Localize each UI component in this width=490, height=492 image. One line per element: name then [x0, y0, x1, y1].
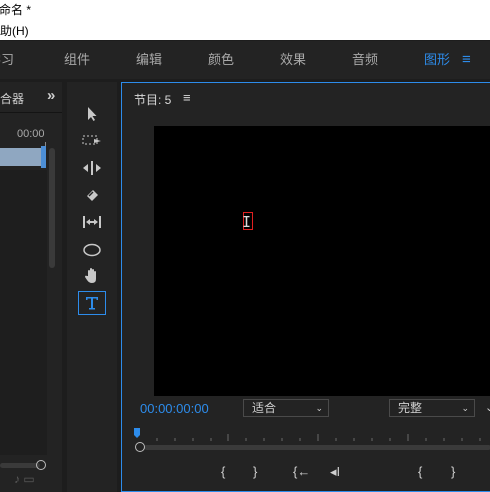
workspace-tab-effects[interactable]: 效果 [280, 41, 306, 79]
zoom-level-value: 适合 [252, 401, 277, 415]
ripple-edit-tool-icon[interactable] [78, 157, 106, 179]
workspace-tab-assembly[interactable]: 组件 [64, 41, 90, 79]
monitor-time-ruler[interactable] [135, 429, 490, 441]
panel-menu-icon[interactable]: ≡ [183, 90, 191, 105]
ruler-timecode: 00:00 [17, 128, 45, 140]
program-monitor-panel: 节目: 5 ≡ I 00:00:00:00 适合 ⌄ 完整 ⌄ ⌄ {} {←… [121, 82, 490, 492]
mark-out-button[interactable]: } [253, 464, 257, 479]
workspace-menu-icon[interactable]: ≡ [462, 41, 471, 79]
zoom-scrollbar-handle[interactable] [135, 442, 145, 452]
panel-header-divider [0, 112, 62, 113]
mark-in-button[interactable]: { [221, 464, 225, 479]
chevron-down-icon: ⌄ [315, 403, 323, 413]
zoom-handle[interactable] [36, 460, 46, 470]
ibeam-cursor-icon: I [242, 213, 252, 231]
window-title: 未命名 * [0, 3, 32, 17]
work-area-bar[interactable] [0, 148, 45, 166]
workspace-tab-graphics[interactable]: 图形 [424, 41, 450, 79]
title-bar: 未命名 * [0, 0, 490, 20]
monitor-zoom-scrollbar[interactable] [144, 445, 490, 450]
workspace-tab-audio[interactable]: 音频 [352, 41, 378, 79]
workspace-tab-editing[interactable]: 编辑 [136, 41, 162, 79]
left-panel: 混合器 » 00:00 ♪ ▭ [0, 82, 62, 492]
panel-menu-chevron-icon[interactable]: » [47, 87, 55, 104]
tools-panel [67, 82, 117, 492]
track-select-tool-icon[interactable] [78, 130, 106, 152]
vertical-scrollbar[interactable] [49, 148, 55, 268]
playback-resolution-value: 完整 [398, 401, 423, 415]
workspace-bar: 学习 组件 编辑 颜色 效果 音频 图形 ≡ [0, 41, 490, 79]
lift-button[interactable]: { [418, 464, 422, 479]
playhead-timecode[interactable]: 00:00:00:00 [140, 401, 209, 416]
razor-tool-icon[interactable] [78, 184, 106, 206]
menu-help[interactable]: 帮助(H) [0, 21, 29, 41]
selection-tool-icon[interactable] [78, 103, 106, 125]
menu-bar: 帮助(H) [0, 20, 490, 40]
ellipse-tool-icon[interactable] [78, 239, 106, 261]
type-tool-icon[interactable] [78, 291, 106, 315]
program-monitor-title[interactable]: 节目: 5 [134, 91, 171, 108]
go-to-in-button[interactable]: {← [293, 464, 310, 479]
footer-icons: ♪ ▭ [14, 472, 35, 486]
track-area [0, 170, 47, 455]
step-back-button[interactable]: ◂I [330, 464, 340, 480]
panel-tab-mixer[interactable]: 混合器 [0, 90, 24, 107]
hand-tool-icon[interactable] [78, 265, 106, 287]
slip-tool-icon[interactable] [78, 211, 106, 233]
horizontal-scrollbar[interactable] [0, 463, 40, 468]
extract-button[interactable]: } [451, 464, 455, 479]
zoom-level-dropdown[interactable]: 适合 ⌄ [243, 399, 329, 417]
workspace-tab-color[interactable]: 颜色 [208, 41, 234, 79]
video-preview[interactable]: I [154, 126, 490, 396]
playback-resolution-dropdown[interactable]: 完整 ⌄ [389, 399, 475, 417]
settings-wrench-icon[interactable]: ⌄ [485, 401, 490, 414]
chevron-down-icon: ⌄ [461, 403, 469, 413]
playhead-marker[interactable] [41, 146, 46, 168]
workspace-tab-learning[interactable]: 学习 [0, 41, 14, 79]
